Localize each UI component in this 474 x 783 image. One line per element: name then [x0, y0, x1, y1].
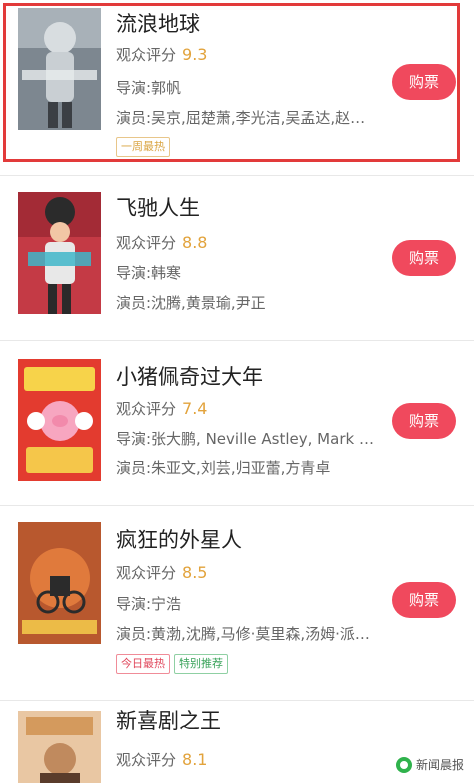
movie-title[interactable]: 新喜剧之王 [116, 707, 221, 735]
movie-item[interactable]: 疯狂的外星人 观众评分 8.5 导演:宁浩 演员:黄渤,沈腾,马修·莫里森,汤姆·… [0, 506, 474, 686]
rating-score: 8.1 [182, 750, 208, 769]
rating-line: 观众评分 7.4 [116, 398, 207, 420]
highlight-frame [3, 3, 460, 162]
buy-ticket-button[interactable]: 购票 [392, 582, 456, 618]
cast-line: 演员:朱亚文,刘芸,归亚蕾,方青卓 [116, 459, 331, 477]
watermark-text: 新闻晨报 [415, 758, 464, 772]
rating-label: 观众评分 [116, 400, 177, 418]
buy-ticket-button[interactable]: 购票 [392, 240, 456, 276]
rating-label: 观众评分 [116, 751, 177, 769]
rating-score: 8.8 [182, 233, 208, 252]
cast-line: 演员:黄渤,沈腾,马修·莫里森,汤姆·派福瑞 [116, 625, 376, 643]
rating-label: 观众评分 [116, 564, 177, 582]
rating-score: 7.4 [182, 399, 208, 418]
director-line: 导演:韩寒 [116, 264, 182, 282]
movie-item[interactable]: 小猪佩奇过大年 观众评分 7.4 导演:张大鹏, Neville Astley, … [0, 341, 474, 504]
rating-score: 8.5 [182, 563, 208, 582]
movie-title[interactable]: 小猪佩奇过大年 [116, 363, 263, 391]
movie-poster[interactable] [18, 359, 101, 481]
movie-title[interactable]: 飞驰人生 [116, 194, 200, 222]
tag-hot-today: 今日最热 [116, 654, 170, 674]
rating-line: 观众评分 8.1 [116, 749, 207, 771]
movie-poster[interactable] [18, 192, 101, 314]
movie-poster[interactable] [18, 711, 101, 783]
movie-title[interactable]: 疯狂的外星人 [116, 526, 242, 554]
wechat-icon [395, 756, 412, 773]
cast-line: 演员:沈腾,黄景瑜,尹正 [116, 294, 266, 312]
rating-line: 观众评分 8.5 [116, 562, 207, 584]
director-line: 导演:张大鹏, Neville Astley, Mark Baker [116, 430, 376, 448]
rating-line: 观众评分 8.8 [116, 232, 207, 254]
rating-label: 观众评分 [116, 234, 177, 252]
buy-ticket-button[interactable]: 购票 [392, 403, 456, 439]
movie-poster[interactable] [18, 522, 101, 644]
tag-recommend: 特别推荐 [174, 654, 228, 674]
movie-item[interactable]: 飞驰人生 观众评分 8.8 导演:韩寒 演员:沈腾,黄景瑜,尹正 购票 [0, 176, 474, 338]
director-line: 导演:宁浩 [116, 595, 182, 613]
watermark: 新闻晨报 [395, 756, 464, 773]
